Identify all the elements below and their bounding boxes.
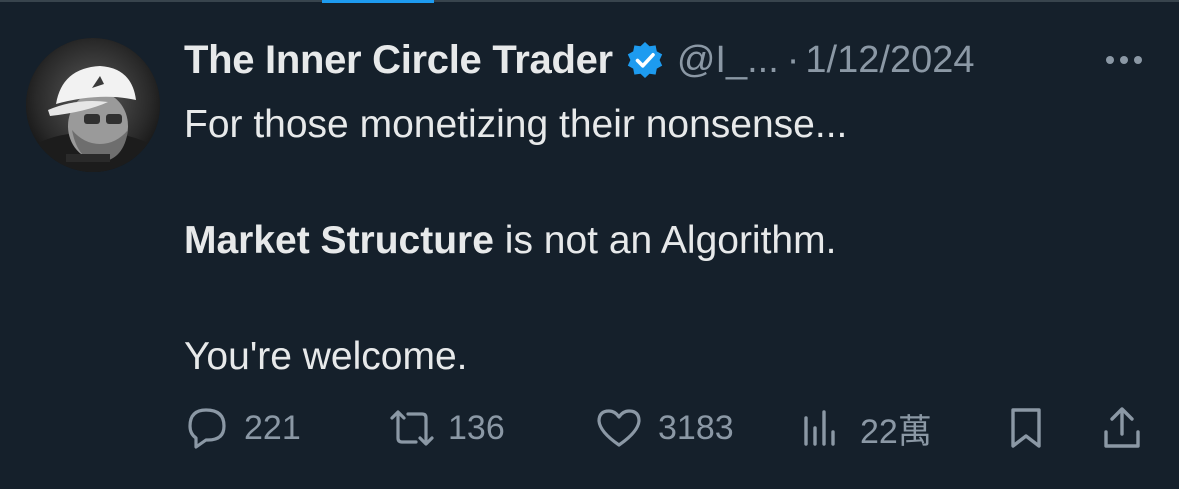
tweet-text-line: You're welcome.: [184, 335, 468, 378]
tweet-text-line: Market Structure is not an Algorithm.: [184, 212, 1144, 270]
like-count: 3183: [658, 408, 734, 447]
tweet-text: For those monetizing their nonsense... M…: [184, 96, 1144, 386]
tweet[interactable]: The Inner Circle Trader @I_... · 1/12/20…: [0, 0, 1179, 489]
bold-phrase: Market Structure: [184, 219, 494, 262]
more-options-icon[interactable]: [1100, 46, 1148, 74]
repost-button[interactable]: 136: [384, 400, 505, 456]
repost-icon: [390, 410, 434, 446]
bookmark-icon: [1011, 408, 1041, 448]
avatar[interactable]: [26, 38, 160, 172]
heart-icon: [597, 409, 641, 447]
verified-badge-icon[interactable]: [625, 40, 665, 80]
avatar-photo: [26, 38, 160, 172]
bookmark-button[interactable]: [1004, 400, 1048, 456]
views-chart-icon: [804, 410, 835, 446]
action-bar: 221 136 3183 22萬: [184, 400, 1154, 456]
author-display-name[interactable]: The Inner Circle Trader: [184, 38, 613, 83]
views-button[interactable]: 22萬: [798, 400, 932, 456]
reply-count: 221: [244, 408, 301, 447]
tweet-text-line: For those monetizing their nonsense...: [184, 103, 848, 146]
tweet-date[interactable]: 1/12/2024: [805, 39, 974, 82]
reply-button[interactable]: 221: [184, 400, 301, 456]
author-handle[interactable]: @I_...: [677, 39, 779, 82]
separator-dot: ·: [786, 38, 800, 81]
repost-count: 136: [448, 408, 505, 447]
tweet-text-fragment: is not an Algorithm.: [493, 219, 837, 262]
like-button[interactable]: 3183: [594, 400, 734, 456]
tweet-header: The Inner Circle Trader @I_... · 1/12/20…: [184, 34, 1164, 86]
views-count: 22萬: [860, 412, 932, 451]
reply-icon: [188, 408, 226, 449]
share-icon: [1104, 407, 1140, 448]
share-button[interactable]: [1098, 400, 1146, 456]
